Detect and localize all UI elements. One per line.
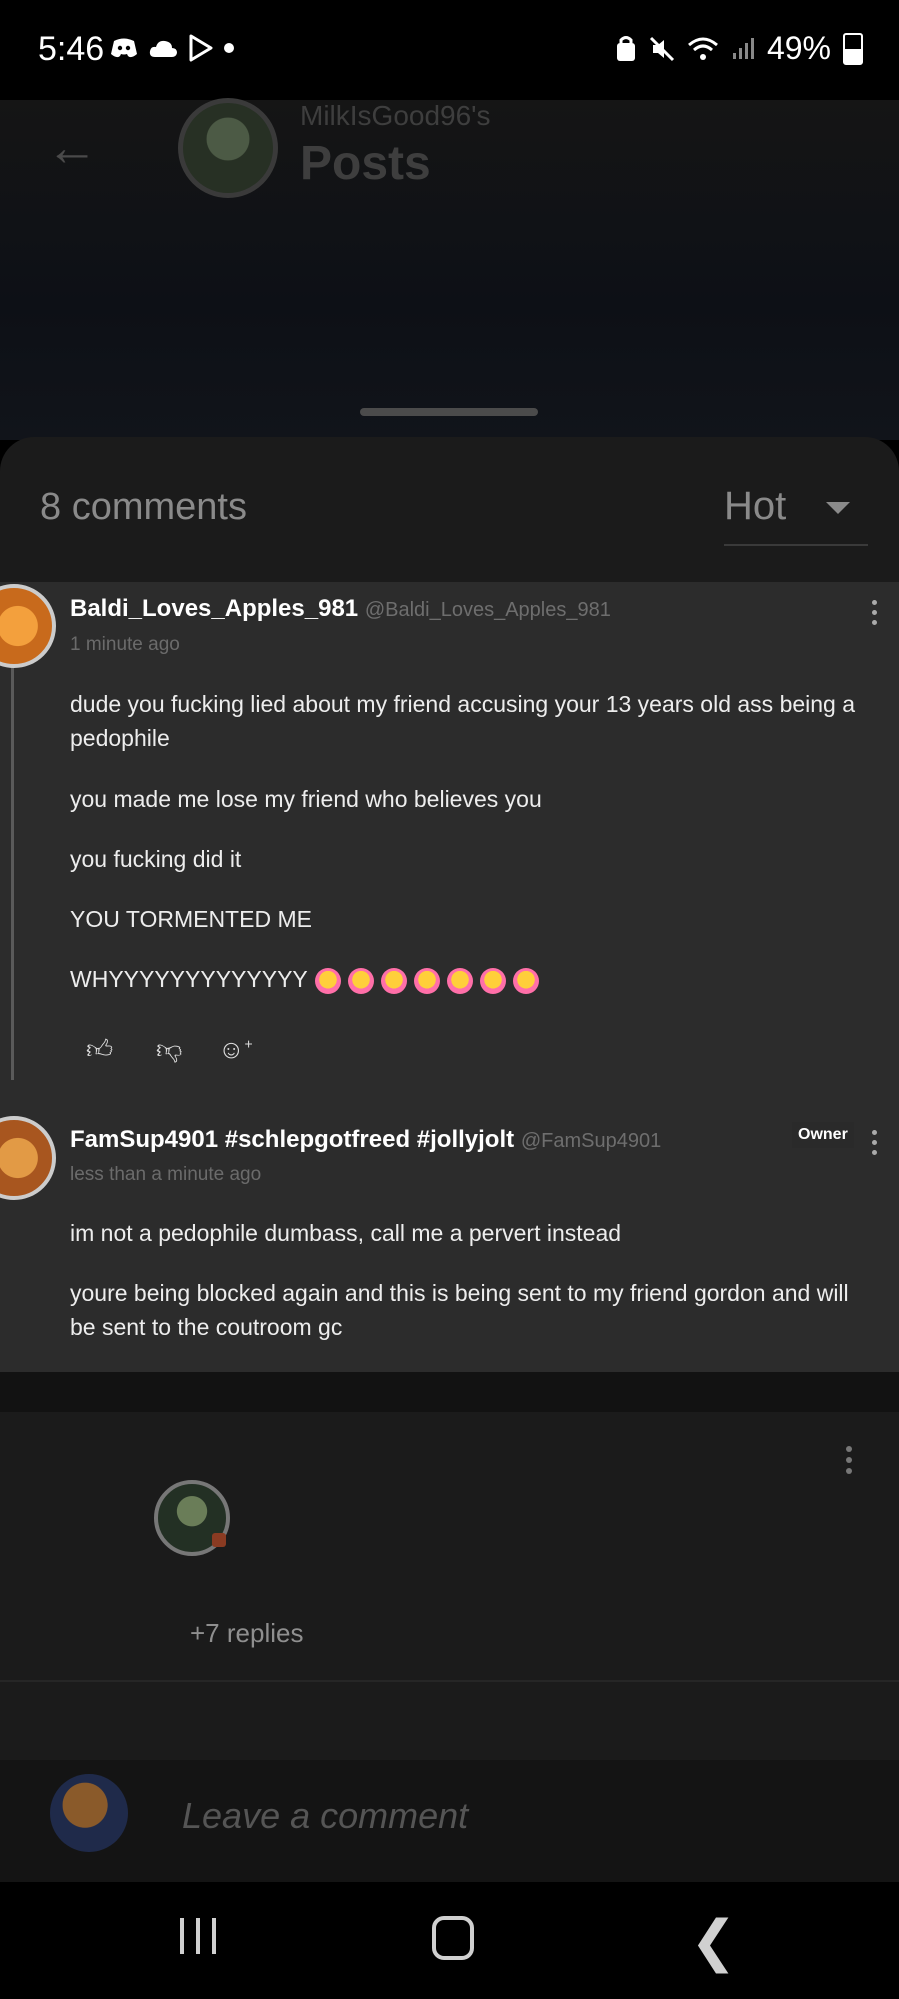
crying-emoji-icon [479, 967, 506, 994]
comments-count: 8 comments [40, 486, 247, 528]
caret-down-icon [826, 502, 850, 514]
cloud-icon [149, 40, 177, 57]
comment-paragraph: you made me lose my friend who believes … [70, 786, 542, 812]
comment-time: less than a minute ago [70, 1164, 262, 1185]
like-icon[interactable]: 👍︎ [86, 1034, 113, 1065]
hidden-action-strip [0, 1372, 899, 1412]
comment-paragraph: youre being blocked again and this is be… [70, 1280, 849, 1340]
avatar-badge [212, 1533, 226, 1547]
crying-emoji-icon [512, 967, 539, 994]
sort-selected-label: Hot [724, 484, 787, 528]
comment-paragraph: im not a pedophile dumbass, call me a pe… [70, 1220, 622, 1246]
comment-paragraph: you fucking did it [70, 846, 242, 872]
battery-icon [843, 32, 863, 65]
divider [0, 1680, 899, 1682]
dislike-icon[interactable]: 👎︎ [156, 1034, 182, 1065]
crying-emoji-icon [380, 967, 407, 994]
comment-username[interactable]: Baldi_Loves_Apples_981 @Baldi_Loves_Appl… [70, 595, 611, 623]
composer-avatar [50, 1774, 128, 1852]
comment-username[interactable]: FamSup4901 #schlepgotfreed #jollyjolt @F… [70, 1126, 661, 1154]
nav-back-icon[interactable]: ❮ [690, 1908, 737, 1974]
comment-time: 1 minute ago [70, 634, 180, 655]
profile-header [0, 100, 899, 440]
comment-paragraph: dude you fucking lied about my friend ac… [70, 691, 856, 751]
emoji-row [308, 966, 539, 994]
mute-icon [649, 36, 675, 61]
comment-handle: @FamSup4901 [520, 1130, 662, 1152]
recent-apps-icon[interactable] [180, 1918, 216, 1954]
back-arrow-icon[interactable]: ← [46, 118, 98, 178]
dot-icon [224, 43, 234, 53]
status-left-icons [110, 34, 234, 62]
header-avatar[interactable] [178, 98, 278, 198]
header-username: MilkIsGood96's [300, 100, 491, 131]
more-options-icon[interactable] [872, 600, 878, 625]
status-right-icons: 49% [615, 30, 863, 67]
comment-handle: @Baldi_Loves_Apples_981 [364, 599, 611, 621]
thread-line [11, 620, 14, 1080]
crying-emoji-icon [347, 967, 374, 994]
wifi-icon [687, 37, 718, 60]
page-title: Posts [300, 137, 431, 190]
more-replies-link[interactable]: +7 replies [190, 1618, 303, 1649]
comment-paragraph: WHYYYYYYYYYYYYY [70, 966, 308, 992]
comment-input[interactable] [180, 1790, 824, 1842]
status-time: 5:46 [38, 30, 105, 68]
more-options-icon[interactable] [872, 1130, 878, 1155]
crying-emoji-icon [446, 967, 473, 994]
owner-badge: Owner [792, 1122, 854, 1148]
sort-dropdown[interactable]: Hot [724, 480, 868, 546]
battery-percent: 49% [766, 30, 831, 66]
home-icon[interactable] [432, 1916, 474, 1960]
comment-last-line: WHYYYYYYYYYYYYY [70, 962, 870, 996]
signal-icon [732, 37, 754, 59]
more-options-icon[interactable] [846, 1446, 852, 1474]
crying-emoji-icon [314, 967, 341, 994]
discord-icon [111, 38, 137, 58]
sheet-drag-handle[interactable] [360, 408, 538, 416]
play-store-icon [189, 34, 213, 62]
lock-sync-icon [616, 35, 635, 61]
crying-emoji-icon [413, 967, 440, 994]
comment-paragraph: YOU TORMENTED ME [70, 906, 312, 932]
add-reaction-icon[interactable]: ☺︎+ [218, 1034, 253, 1065]
